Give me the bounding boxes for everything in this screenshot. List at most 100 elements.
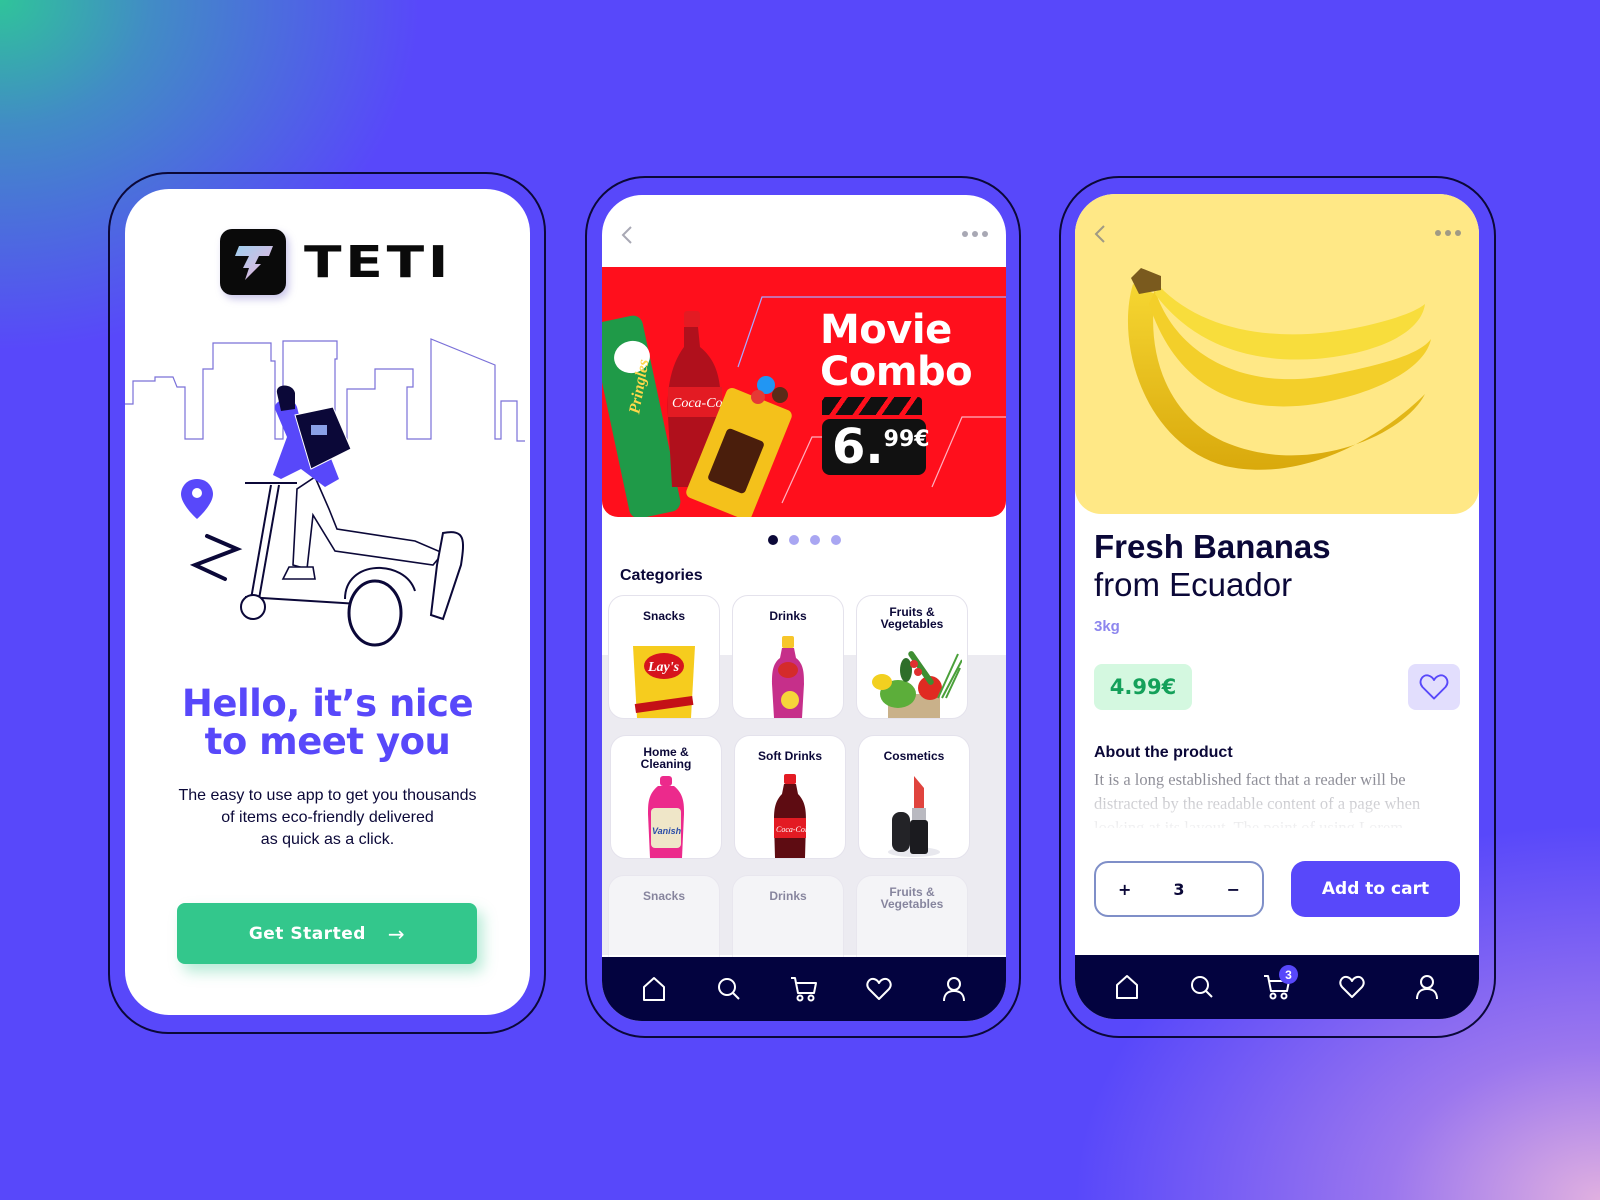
- nav-home[interactable]: [1110, 970, 1144, 1004]
- search-icon: [717, 978, 740, 1000]
- nav-profile[interactable]: [937, 972, 971, 1006]
- product-title: Fresh Bananas from Ecuador: [1094, 528, 1331, 604]
- welcome-subtitle: The easy to use app to get you thousands…: [155, 785, 500, 851]
- banner-title-line-1: Movie: [820, 307, 952, 353]
- favorite-button[interactable]: [1408, 664, 1460, 710]
- banner-price-whole: 6.: [832, 419, 884, 475]
- banner-price-tag: 6. 99€: [822, 397, 930, 477]
- carousel-dot-2[interactable]: [788, 535, 799, 545]
- get-started-button[interactable]: Get Started →: [177, 903, 477, 964]
- product-origin: from Ecuador: [1094, 566, 1293, 603]
- cart-icon: [790, 977, 817, 1002]
- category-label-line-2: Cleaning: [640, 757, 692, 771]
- carousel-dot-1[interactable]: [767, 535, 778, 545]
- nav-favorites[interactable]: [862, 972, 896, 1006]
- category-label: Cosmetics: [883, 749, 945, 763]
- quantity-stepper: + 3 −: [1094, 861, 1264, 917]
- teti-logo-icon: [220, 229, 286, 295]
- category-label: Soft Drinks: [757, 749, 822, 763]
- about-heading: About the product: [1094, 744, 1233, 761]
- brand-logo: TETI: [220, 229, 448, 295]
- svg-text:Lay's: Lay's: [647, 660, 680, 675]
- category-soft-drinks[interactable]: Soft Drinks Coca-Cola: [734, 735, 846, 859]
- nav-home[interactable]: [637, 972, 671, 1006]
- category-label: Fruits & Vegetables: [857, 886, 967, 910]
- nav-search[interactable]: [1185, 970, 1219, 1004]
- add-to-cart-button[interactable]: Add to cart: [1291, 861, 1460, 917]
- brand-name: TETI: [304, 236, 453, 288]
- category-label: Drinks: [769, 609, 807, 623]
- category-label-line-2: Vegetables: [880, 897, 944, 911]
- nav-favorites[interactable]: [1335, 970, 1369, 1004]
- banner-title-line-2: Combo: [820, 349, 973, 395]
- quantity-value: 3: [1173, 879, 1185, 899]
- decrease-quantity-button[interactable]: −: [1227, 880, 1240, 899]
- arrow-right-icon: →: [387, 921, 406, 946]
- headline-line-1: Hello, it’s nice: [181, 682, 474, 725]
- promo-banner[interactable]: Pringles Coca-Cola Movie Combo 6. 99€: [602, 267, 1006, 517]
- clapperboard-icon: [822, 397, 922, 415]
- vegetables-basket-icon: [872, 651, 962, 718]
- heart-icon: [866, 977, 892, 1000]
- banner-title: Movie Combo: [820, 307, 973, 395]
- product-hero: [1075, 194, 1479, 514]
- carousel-dot-4[interactable]: [830, 535, 841, 545]
- subtitle-line-1: The easy to use app to get you thousands: [178, 787, 477, 804]
- chips-bag-icon: Lay's: [633, 646, 695, 718]
- home-screen: Pringles Coca-Cola Movie Combo 6. 99€ Ca…: [602, 195, 1006, 1021]
- lipstick-icon: [888, 776, 940, 857]
- back-chevron-icon[interactable]: [1093, 224, 1107, 244]
- category-drinks[interactable]: Drinks: [732, 595, 844, 719]
- bottom-nav: [602, 957, 1006, 1021]
- delivery-scooter-illustration: [125, 338, 525, 647]
- home-icon: [1115, 975, 1138, 999]
- category-label-line-2: Vegetables: [880, 617, 944, 631]
- product-weight: 3kg: [1094, 618, 1120, 635]
- banner-price-fraction: 99€: [883, 427, 930, 452]
- nav-cart[interactable]: [787, 972, 821, 1006]
- search-icon: [1190, 976, 1213, 998]
- category-label: Snacks: [642, 609, 686, 623]
- category-label: Fruits & Vegetables: [857, 606, 967, 630]
- cart-badge: 3: [1278, 965, 1298, 984]
- product-screen: Fresh Bananas from Ecuador 3kg 4.99€ Abo…: [1075, 194, 1479, 1019]
- cola-bottle-icon: Coca-Cola: [774, 774, 810, 858]
- carousel-dot-3[interactable]: [809, 535, 820, 545]
- user-icon: [1416, 975, 1439, 1000]
- category-cosmetics[interactable]: Cosmetics: [858, 735, 970, 859]
- carousel-indicators: [602, 535, 1006, 545]
- juice-bottle-icon: [772, 636, 804, 718]
- subtitle-line-3: as quick as a click.: [260, 831, 395, 848]
- bottom-nav: 3: [1075, 955, 1479, 1019]
- product-price: 4.99€: [1094, 664, 1192, 710]
- get-started-label: Get Started: [248, 923, 366, 944]
- heart-icon: [1339, 975, 1365, 998]
- category-label: Drinks: [769, 889, 807, 903]
- category-fruits-vegetables[interactable]: Fruits & Vegetables: [856, 595, 968, 719]
- headline-line-2: to meet you: [204, 720, 451, 763]
- categories-heading: Categories: [620, 567, 703, 584]
- nav-search[interactable]: [712, 972, 746, 1006]
- subtitle-line-2: of items eco-friendly delivered: [221, 809, 434, 826]
- user-icon: [943, 977, 966, 1002]
- category-label: Home & Cleaning: [611, 746, 721, 770]
- more-options-icon[interactable]: [962, 231, 988, 237]
- product-name: Fresh Bananas: [1094, 528, 1331, 565]
- svg-text:Vanish: Vanish: [652, 826, 682, 836]
- home-icon: [642, 977, 665, 1001]
- svg-text:Coca-Cola: Coca-Cola: [776, 825, 810, 834]
- category-label: Snacks: [642, 889, 686, 903]
- category-snacks[interactable]: Snacks Lay's: [608, 595, 720, 719]
- banana-image: [1127, 268, 1431, 470]
- detergent-bottle-icon: Vanish: [648, 776, 684, 858]
- welcome-screen: TETI Hello, it’s nice to meet you The ea…: [125, 189, 530, 1015]
- nav-cart[interactable]: 3: [1260, 965, 1298, 1004]
- nav-profile[interactable]: [1410, 970, 1444, 1004]
- back-chevron-icon[interactable]: [620, 225, 634, 245]
- category-home-cleaning[interactable]: Home & Cleaning Vanish: [610, 735, 722, 859]
- about-text: It is a long established fact that a rea…: [1094, 770, 1421, 828]
- increase-quantity-button[interactable]: +: [1118, 880, 1131, 899]
- more-options-icon[interactable]: [1435, 230, 1461, 236]
- welcome-headline: Hello, it’s nice to meet you: [125, 685, 530, 761]
- heart-icon: [1419, 674, 1449, 700]
